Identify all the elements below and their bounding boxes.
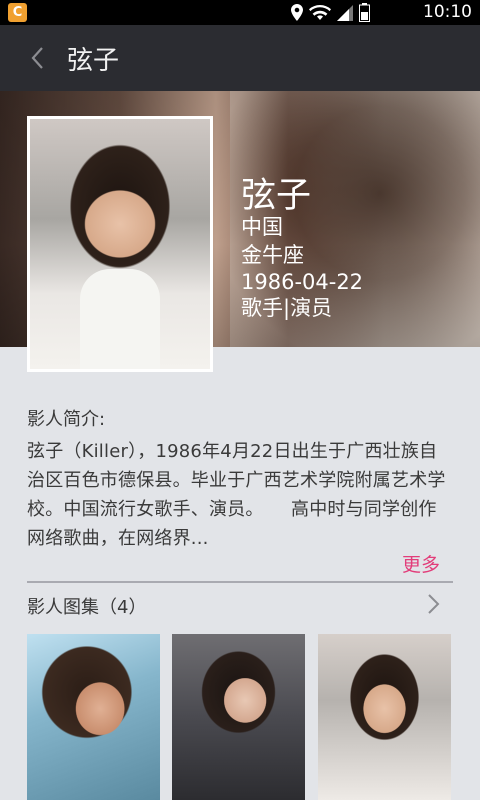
profile-country: 中国 xyxy=(241,215,283,239)
profile-zodiac: 金牛座 xyxy=(241,243,304,267)
divider xyxy=(27,581,453,583)
gallery-label: 影人图集（4） xyxy=(27,597,147,618)
location-pin-icon xyxy=(291,4,303,21)
action-bar: 弦子 xyxy=(0,25,480,91)
status-time: 10:10 xyxy=(423,2,472,22)
status-icons xyxy=(291,3,370,22)
gallery-photo-2[interactable] xyxy=(172,634,305,800)
gallery-photo-1[interactable] xyxy=(27,634,160,800)
chevron-left-icon xyxy=(31,47,43,69)
status-bar: C 10:10 xyxy=(0,0,480,25)
page-title: 弦子 xyxy=(67,46,120,76)
battery-icon xyxy=(359,3,370,22)
chevron-right-icon xyxy=(428,594,440,614)
signal-icon xyxy=(337,5,353,21)
gallery-row[interactable]: 影人图集（4） xyxy=(0,585,480,625)
wifi-icon xyxy=(309,5,331,20)
profile-name: 弦子 xyxy=(241,176,312,216)
app-notification-icon: C xyxy=(8,3,27,22)
profile-birthday: 1986-04-22 xyxy=(241,270,364,294)
intro-label: 影人简介: xyxy=(27,409,106,430)
profile-profession: 歌手|演员 xyxy=(241,296,333,320)
gallery-photo-3[interactable] xyxy=(318,634,451,800)
avatar[interactable] xyxy=(27,116,213,372)
avatar-image xyxy=(30,119,210,369)
back-button[interactable] xyxy=(22,41,52,75)
intro-text: 弦子（Killer），1986年4月22日出生于广西壮族自治区百色市德保县。毕业… xyxy=(27,441,446,549)
more-link[interactable]: 更多 xyxy=(402,550,440,577)
